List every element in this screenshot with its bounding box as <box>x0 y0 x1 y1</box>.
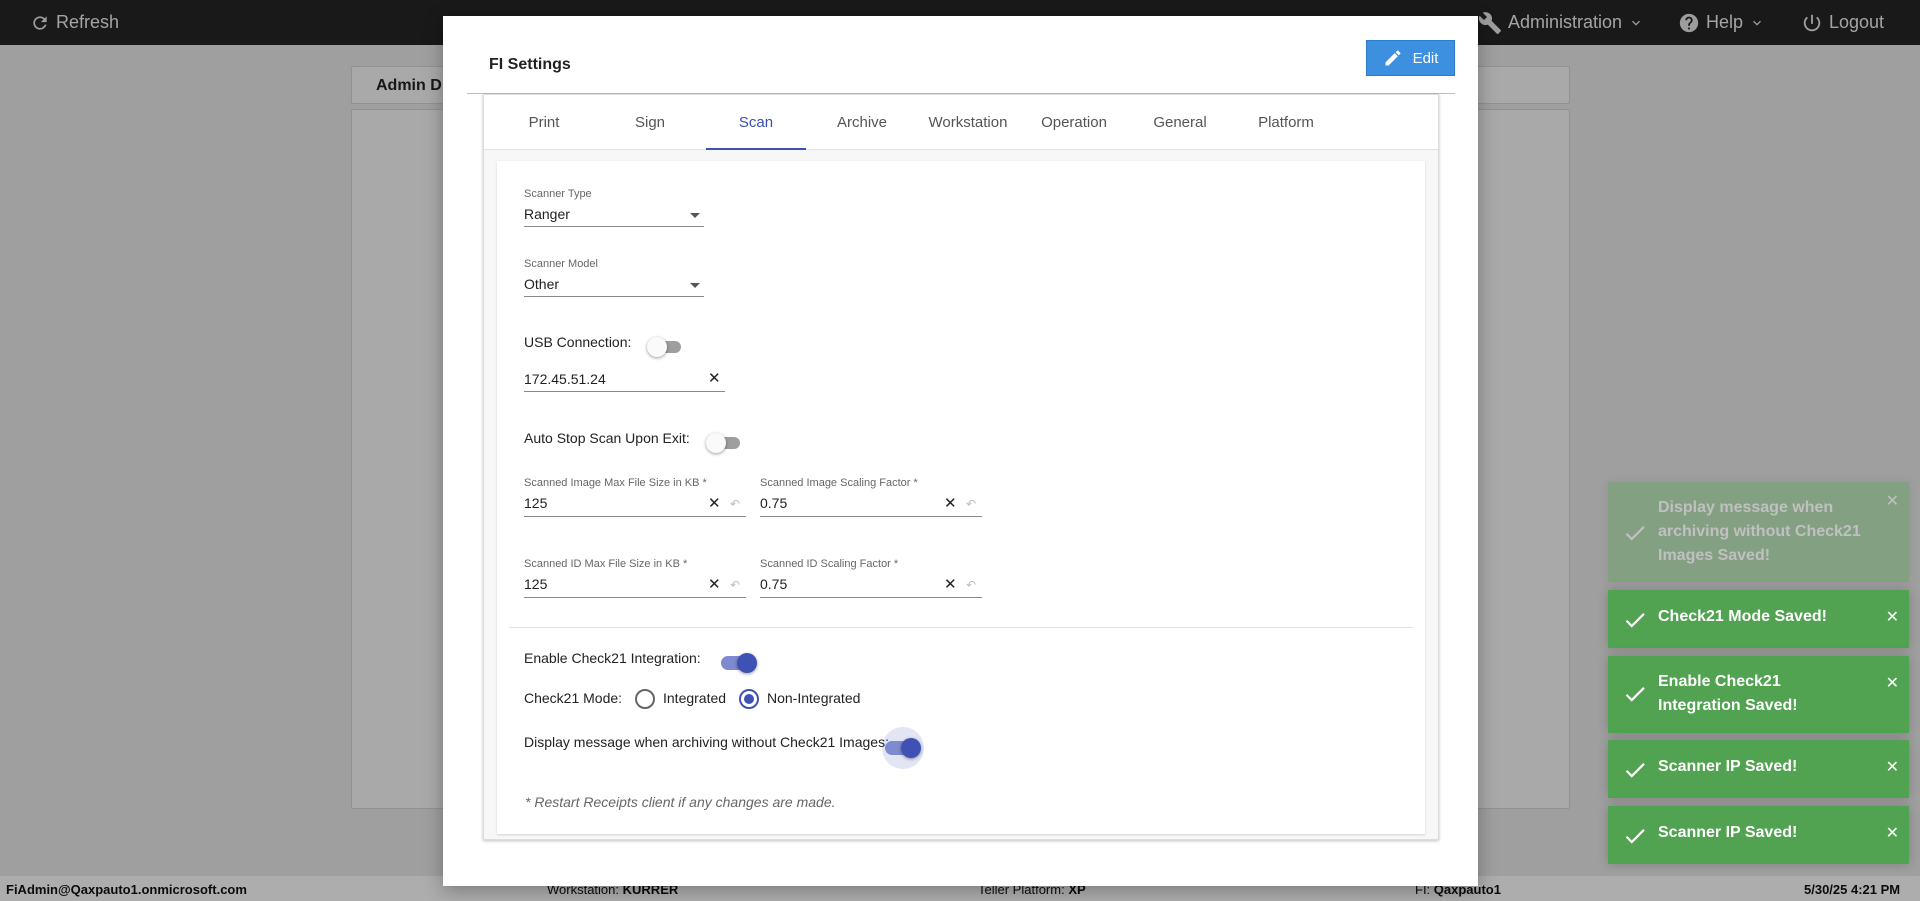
toast-display-message-saved[interactable]: Display message when archiving without C… <box>1608 482 1909 582</box>
chevron-down-icon <box>690 283 700 288</box>
check21-enable-label: Enable Check21 Integration: <box>524 650 701 666</box>
tab-general[interactable]: General <box>1130 95 1230 150</box>
close-icon[interactable]: ✕ <box>1886 760 1899 776</box>
check21-mode-label: Check21 Mode: <box>524 690 623 706</box>
scanner-ip-underline <box>524 391 725 392</box>
id-max-size-value: 125 <box>524 576 548 592</box>
undo-icon: ↶ <box>966 578 977 592</box>
auto-stop-toggle[interactable] <box>706 433 740 453</box>
dialog-header: FI Settings Edit <box>467 38 1455 94</box>
restart-note: * Restart Receipts client if any changes… <box>525 794 836 810</box>
undo-icon: ↶ <box>730 497 741 511</box>
toast-text: Scanner IP Saved! <box>1658 758 1798 775</box>
close-icon[interactable]: ✕ <box>1886 610 1899 626</box>
scanner-type-select[interactable]: Ranger <box>524 203 704 227</box>
scanner-model-select[interactable]: Other <box>524 273 704 297</box>
id-max-size-input[interactable]: 125 ✕ ↶ <box>524 573 746 598</box>
tab-scan[interactable]: Scan <box>706 95 806 150</box>
close-icon[interactable]: ✕ <box>1886 826 1899 842</box>
image-scaling-input[interactable]: 0.75 ✕ ↶ <box>760 492 982 517</box>
id-max-size-underline <box>524 597 746 598</box>
toast-text: Enable Check21 Integration Saved! <box>1658 673 1798 714</box>
clear-icon[interactable]: ✕ <box>708 577 721 592</box>
id-scaling-underline <box>760 597 982 598</box>
pencil-icon <box>1385 50 1401 66</box>
tab-sign[interactable]: Sign <box>600 95 700 150</box>
id-scaling-value: 0.75 <box>760 576 788 592</box>
toast-text: Scanner IP Saved! <box>1658 824 1798 841</box>
scanner-type-underline <box>524 226 704 227</box>
usb-connection-toggle[interactable] <box>647 337 681 357</box>
chevron-down-icon <box>690 213 700 218</box>
clear-icon[interactable]: ✕ <box>708 496 721 511</box>
scanner-ip-value: 172.45.51.24 <box>524 371 606 387</box>
dialog-title: FI Settings <box>489 56 571 73</box>
auto-stop-label: Auto Stop Scan Upon Exit: <box>524 430 690 446</box>
undo-icon: ↶ <box>730 578 741 592</box>
check-icon <box>1625 526 1645 541</box>
undo-icon: ↶ <box>966 497 977 511</box>
image-max-size-label: Scanned Image Max File Size in KB * <box>524 477 707 489</box>
image-scaling-value: 0.75 <box>760 495 788 511</box>
close-icon[interactable]: ✕ <box>1886 676 1899 692</box>
toast-enable-check21-saved[interactable]: Enable Check21 Integration Saved! ✕ <box>1608 656 1909 733</box>
section-divider <box>509 627 1413 628</box>
scanner-type-label: Scanner Type <box>524 188 592 200</box>
scanner-ip-input[interactable]: 172.45.51.24 ✕ <box>524 367 725 392</box>
settings-card: Print Sign Scan Archive Workstation Oper… <box>483 94 1439 840</box>
clear-icon[interactable]: ✕ <box>944 496 957 511</box>
scanner-model-value: Other <box>524 276 560 292</box>
tab-print[interactable]: Print <box>494 95 594 150</box>
image-max-size-input[interactable]: 125 ✕ ↶ <box>524 492 746 517</box>
check-icon <box>1625 829 1645 844</box>
check21-mode-integrated-label: Integrated <box>663 690 727 706</box>
check21-mode-nonintegrated-radio[interactable] <box>739 689 759 709</box>
image-scaling-underline <box>760 516 982 517</box>
scanner-model-underline <box>524 296 704 297</box>
toast-text: Display message when archiving without C… <box>1658 499 1861 564</box>
toast-scanner-ip-saved[interactable]: Scanner IP Saved! ✕ <box>1608 806 1909 864</box>
usb-connection-label: USB Connection: <box>524 334 632 350</box>
tab-archive[interactable]: Archive <box>812 95 912 150</box>
check-icon <box>1625 687 1645 702</box>
check21-enable-toggle[interactable] <box>721 653 757 673</box>
edit-button[interactable]: Edit <box>1366 40 1455 76</box>
image-scaling-label: Scanned Image Scaling Factor * <box>760 477 918 489</box>
toast-scanner-ip-saved[interactable]: Scanner IP Saved! ✕ <box>1608 740 1909 798</box>
scanner-type-value: Ranger <box>524 206 570 222</box>
image-max-size-value: 125 <box>524 495 548 511</box>
scan-settings-panel: Scanner Type Ranger Scanner Model Other … <box>497 161 1425 834</box>
tab-platform[interactable]: Platform <box>1236 95 1336 150</box>
display-message-toggle[interactable] <box>885 738 921 758</box>
id-scaling-input[interactable]: 0.75 ✕ ↶ <box>760 573 982 598</box>
image-max-size-underline <box>524 516 746 517</box>
tab-workstation[interactable]: Workstation <box>918 95 1018 150</box>
tab-operation[interactable]: Operation <box>1024 95 1124 150</box>
toast-text: Check21 Mode Saved! <box>1658 608 1827 625</box>
close-icon[interactable]: ✕ <box>1886 494 1899 510</box>
id-scaling-label: Scanned ID Scaling Factor * <box>760 558 899 570</box>
check21-mode-integrated-radio[interactable] <box>635 689 655 709</box>
clear-icon[interactable]: ✕ <box>708 371 721 386</box>
toast-check21-mode-saved[interactable]: Check21 Mode Saved! ✕ <box>1608 590 1909 648</box>
check-icon <box>1625 613 1645 628</box>
settings-tabs: Print Sign Scan Archive Workstation Oper… <box>484 95 1438 150</box>
clear-icon[interactable]: ✕ <box>944 577 957 592</box>
edit-label: Edit <box>1412 49 1439 67</box>
id-max-size-label: Scanned ID Max File Size in KB * <box>524 558 688 570</box>
display-message-label: Display message when archiving without C… <box>524 734 889 750</box>
fi-settings-dialog: FI Settings Edit Print Sign Scan Archive… <box>443 16 1478 886</box>
scanner-model-label: Scanner Model <box>524 258 598 270</box>
check-icon <box>1625 763 1645 778</box>
check21-mode-nonintegrated-label: Non-Integrated <box>767 690 861 706</box>
